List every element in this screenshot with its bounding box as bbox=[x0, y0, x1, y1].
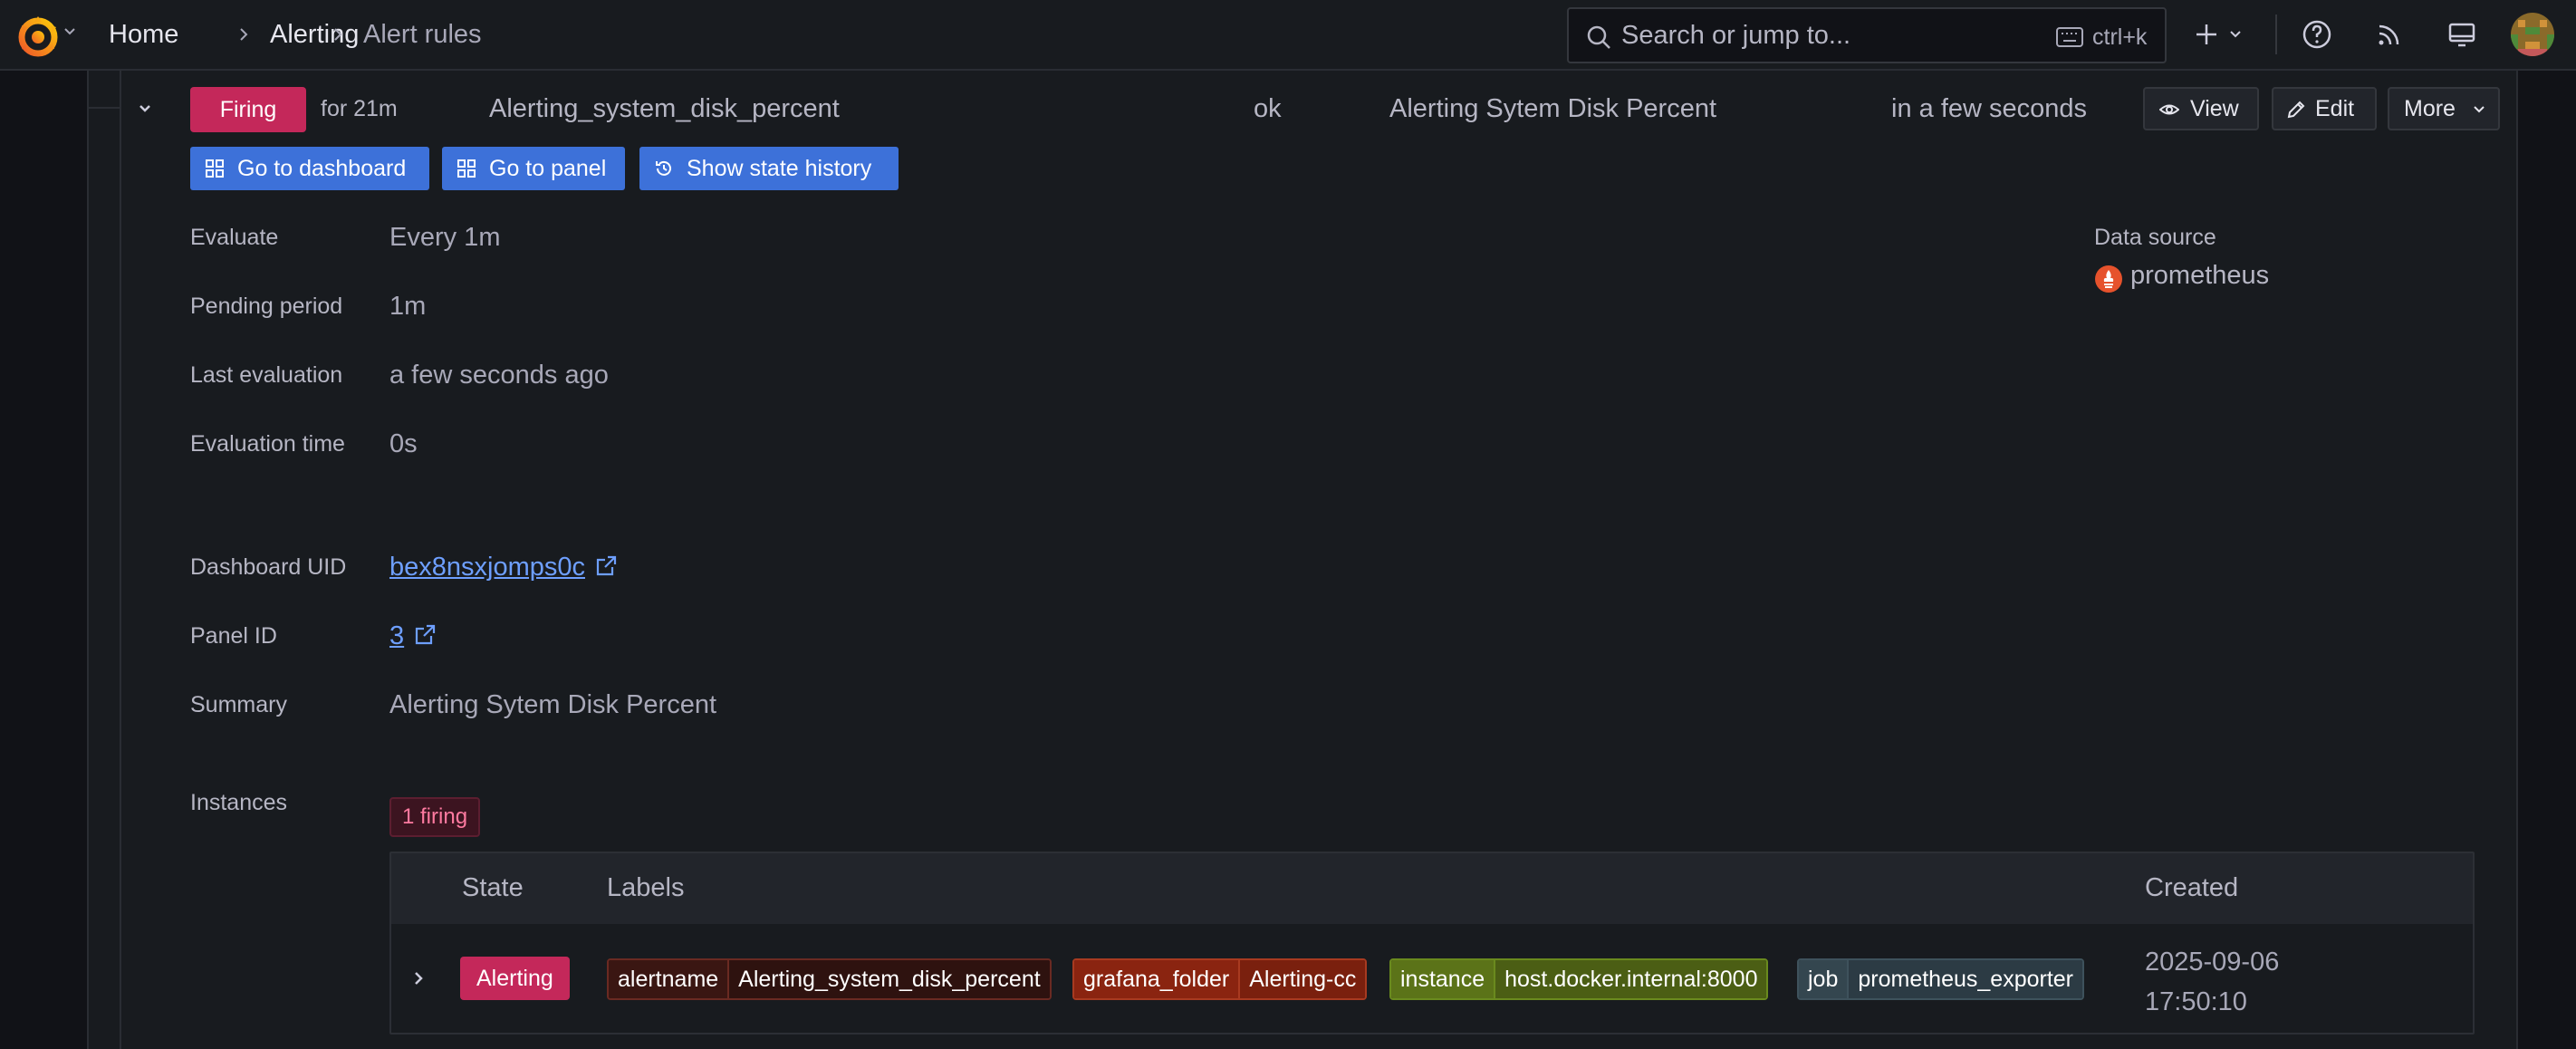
apps-icon bbox=[206, 159, 224, 178]
data-source-label: Data source bbox=[2094, 225, 2216, 250]
go-to-panel-label: Go to panel bbox=[489, 156, 607, 181]
edit-button[interactable]: Edit bbox=[2272, 87, 2377, 130]
rule-state-badge: Firing bbox=[190, 87, 306, 132]
top-navbar: Home Alerting Alert rules Search or jump… bbox=[0, 0, 2576, 71]
rule-group-rail bbox=[120, 71, 121, 1049]
column-header-labels[interactable]: Labels bbox=[607, 873, 684, 903]
toolbar-divider bbox=[2275, 14, 2277, 54]
view-label: View bbox=[2190, 96, 2239, 121]
external-link-icon[interactable] bbox=[594, 554, 618, 578]
label-chip-instance[interactable]: instance host.docker.internal:8000 bbox=[1389, 958, 1769, 1000]
chevron-down-icon[interactable] bbox=[2228, 27, 2243, 42]
chevron-down-icon[interactable] bbox=[63, 25, 76, 38]
column-header-state[interactable]: State bbox=[462, 873, 524, 903]
go-to-dashboard-button[interactable]: Go to dashboard bbox=[190, 147, 429, 190]
label-key: instance bbox=[1391, 960, 1496, 998]
add-icon[interactable] bbox=[2192, 20, 2221, 49]
eye-icon bbox=[2159, 104, 2179, 115]
evaluate-value: Every 1m bbox=[389, 223, 501, 252]
search-icon bbox=[1587, 25, 1610, 49]
label-chip-job[interactable]: job prometheus_exporter bbox=[1797, 958, 2085, 1000]
rule-next-evaluation: in a few seconds bbox=[1891, 94, 2088, 123]
search-placeholder: Search or jump to... bbox=[1621, 21, 1851, 50]
chevron-down-icon[interactable] bbox=[136, 100, 154, 118]
evaluation-time-label: Evaluation time bbox=[190, 431, 345, 457]
label-chip-alertname[interactable]: alertname Alerting_system_disk_percent bbox=[607, 958, 1052, 1000]
search-shortcut: ctrl+k bbox=[2092, 24, 2148, 50]
edit-label: Edit bbox=[2315, 96, 2355, 121]
dashboard-uid-label: Dashboard UID bbox=[190, 554, 347, 580]
panel-id-value: 3 bbox=[389, 621, 437, 651]
prometheus-icon bbox=[2095, 265, 2122, 293]
external-link-icon[interactable] bbox=[413, 623, 437, 647]
grafana-logo-icon[interactable] bbox=[14, 13, 62, 60]
data-source-value: prometheus bbox=[2130, 261, 2270, 290]
summary-label: Summary bbox=[190, 692, 287, 717]
instances-label: Instances bbox=[190, 790, 288, 815]
last-evaluation-value: a few seconds ago bbox=[389, 361, 609, 390]
chevron-right-icon[interactable] bbox=[409, 969, 428, 987]
firing-count-badge: 1 firing bbox=[389, 797, 481, 837]
chevron-right-icon bbox=[334, 28, 342, 41]
last-evaluation-label: Last evaluation bbox=[190, 362, 343, 388]
help-icon[interactable] bbox=[2301, 18, 2333, 51]
kiosk-mode-icon[interactable] bbox=[2446, 18, 2478, 51]
show-state-history-button[interactable]: Show state history bbox=[639, 147, 899, 190]
label-key: grafana_folder bbox=[1074, 960, 1241, 998]
label-chip-grafana-folder[interactable]: grafana_folder Alerting-cc bbox=[1072, 958, 1368, 1000]
dashboard-uid-link[interactable]: bex8nsxjomps0c bbox=[389, 553, 585, 582]
label-value: Alerting-cc bbox=[1240, 960, 1366, 998]
panel-id-label: Panel ID bbox=[190, 623, 277, 649]
user-avatar[interactable] bbox=[2511, 13, 2554, 56]
label-value: prometheus_exporter bbox=[1849, 960, 2083, 998]
go-to-dashboard-label: Go to dashboard bbox=[237, 156, 407, 181]
chevron-down-icon bbox=[2474, 106, 2485, 113]
label-value: host.docker.internal:8000 bbox=[1495, 960, 1767, 998]
label-key: job bbox=[1799, 960, 1850, 998]
table-row: Alerting alertname Alerting_system_disk_… bbox=[391, 926, 2473, 1033]
instance-created: 2025-09-06 17:50:10 bbox=[2145, 942, 2279, 1022]
summary-value: Alerting Sytem Disk Percent bbox=[389, 690, 717, 719]
evaluate-label: Evaluate bbox=[190, 225, 279, 250]
label-value: Alerting_system_disk_percent bbox=[729, 960, 1050, 998]
rule-state-duration: for 21m bbox=[321, 96, 398, 121]
view-button[interactable]: View bbox=[2143, 87, 2259, 130]
instance-state-badge: Alerting bbox=[460, 957, 570, 1000]
go-to-panel-button[interactable]: Go to panel bbox=[442, 147, 625, 190]
pending-period-label: Pending period bbox=[190, 294, 343, 319]
apps-icon bbox=[457, 159, 476, 178]
more-button[interactable]: More bbox=[2388, 87, 2500, 130]
table-header: State Labels Created bbox=[391, 853, 2473, 924]
pending-period-value: 1m bbox=[389, 292, 427, 321]
column-header-created[interactable]: Created bbox=[2145, 873, 2238, 903]
evaluation-time-value: 0s bbox=[389, 429, 418, 458]
panel-id-link[interactable]: 3 bbox=[389, 621, 404, 650]
rule-group-connector bbox=[89, 107, 121, 109]
dashboard-uid-value: bex8nsxjomps0c bbox=[389, 553, 618, 582]
created-time: 17:50:10 bbox=[2145, 987, 2247, 1016]
breadcrumb-home[interactable]: Home bbox=[109, 18, 178, 51]
show-state-history-label: Show state history bbox=[687, 156, 872, 181]
created-date: 2025-09-06 bbox=[2145, 948, 2280, 977]
instances-table: State Labels Created Alerting alertname … bbox=[389, 852, 2475, 1035]
rule-name: Alerting_system_disk_percent bbox=[489, 94, 840, 123]
history-icon bbox=[656, 160, 671, 176]
label-key: alertname bbox=[609, 960, 730, 998]
more-label: More bbox=[2404, 96, 2456, 121]
breadcrumb-alerting[interactable]: Alerting bbox=[270, 18, 359, 51]
search-input[interactable]: Search or jump to... ctrl+k bbox=[1567, 7, 2167, 63]
rule-health: ok bbox=[1254, 94, 1282, 123]
pen-icon bbox=[2287, 101, 2305, 119]
keyboard-icon bbox=[2056, 27, 2083, 47]
rule-summary: Alerting Sytem Disk Percent bbox=[1389, 94, 1717, 123]
rss-news-icon[interactable] bbox=[2373, 18, 2406, 51]
chevron-right-icon bbox=[240, 28, 248, 41]
breadcrumb-alert-rules[interactable]: Alert rules bbox=[363, 18, 482, 51]
